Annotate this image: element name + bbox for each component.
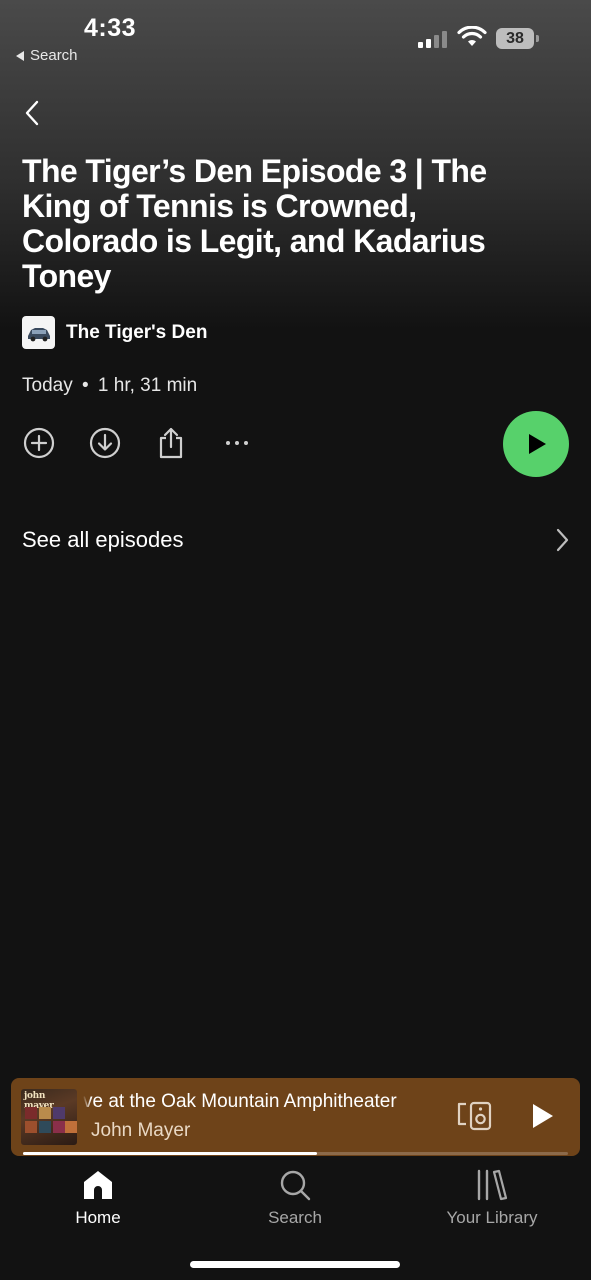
tab-search[interactable]: Search	[215, 1168, 375, 1228]
chevron-right-icon	[556, 528, 569, 552]
back-to-app-label: Search	[30, 47, 78, 64]
library-icon	[477, 1169, 508, 1201]
mini-play-button[interactable]	[527, 1100, 557, 1132]
battery-tip	[536, 35, 539, 42]
show-artwork	[22, 316, 55, 349]
tab-your-library-label: Your Library	[446, 1208, 538, 1227]
album-artwork: john mayer	[21, 1089, 77, 1145]
more-options-button[interactable]	[220, 426, 254, 460]
search-icon	[280, 1170, 311, 1201]
connect-devices-button[interactable]	[457, 1100, 493, 1132]
show-link[interactable]: The Tiger's Den	[22, 316, 207, 349]
episode-actions	[22, 426, 570, 466]
add-to-library-button[interactable]	[22, 426, 56, 460]
status-time: 4:33	[84, 14, 137, 42]
play-icon	[529, 434, 546, 454]
episode-date: Today	[22, 375, 73, 396]
back-chevron-icon[interactable]	[20, 98, 46, 128]
back-to-app-link[interactable]: Search	[16, 47, 78, 64]
add-icon	[23, 427, 55, 459]
show-name: The Tiger's Den	[66, 321, 208, 343]
episode-title: The Tiger’s Den Episode 3 | The King of …	[22, 153, 487, 294]
wifi-icon	[457, 26, 487, 46]
tab-home[interactable]: Home	[18, 1168, 178, 1228]
see-all-episodes-label: See all episodes	[22, 527, 184, 552]
cellular-signal-icon	[418, 30, 447, 48]
home-icon	[84, 1171, 112, 1199]
play-episode-button[interactable]	[503, 411, 569, 477]
now-playing-title: ve at the Oak Mountain Amphitheater	[83, 1091, 433, 1113]
now-playing-title-text: ve at the Oak Mountain Amphitheater	[83, 1091, 397, 1112]
status-bar: 4:33 Search 38	[0, 0, 591, 70]
home-indicator	[190, 1261, 400, 1268]
download-icon	[89, 427, 121, 459]
back-triangle-icon	[16, 50, 24, 61]
show-logo-icon	[27, 327, 50, 341]
playback-progress-bar	[23, 1152, 568, 1155]
tab-search-label: Search	[268, 1208, 322, 1227]
battery-indicator: 38	[496, 28, 534, 49]
mini-player[interactable]: john mayer ve at the Oak Mountain Amphit…	[11, 1078, 580, 1156]
tab-your-library[interactable]: Your Library	[412, 1168, 572, 1228]
now-playing-artist: John Mayer	[91, 1120, 191, 1141]
more-icon	[226, 441, 248, 445]
download-button[interactable]	[88, 426, 122, 460]
episode-meta: Today • 1 hr, 31 min	[22, 375, 197, 397]
share-icon	[159, 427, 183, 459]
see-all-episodes-row[interactable]: See all episodes	[22, 520, 570, 560]
meta-separator: •	[81, 375, 89, 396]
tab-home-label: Home	[75, 1208, 121, 1227]
episode-duration: 1 hr, 31 min	[97, 375, 198, 396]
playback-progress-fill	[23, 1152, 318, 1155]
share-button[interactable]	[154, 426, 188, 460]
